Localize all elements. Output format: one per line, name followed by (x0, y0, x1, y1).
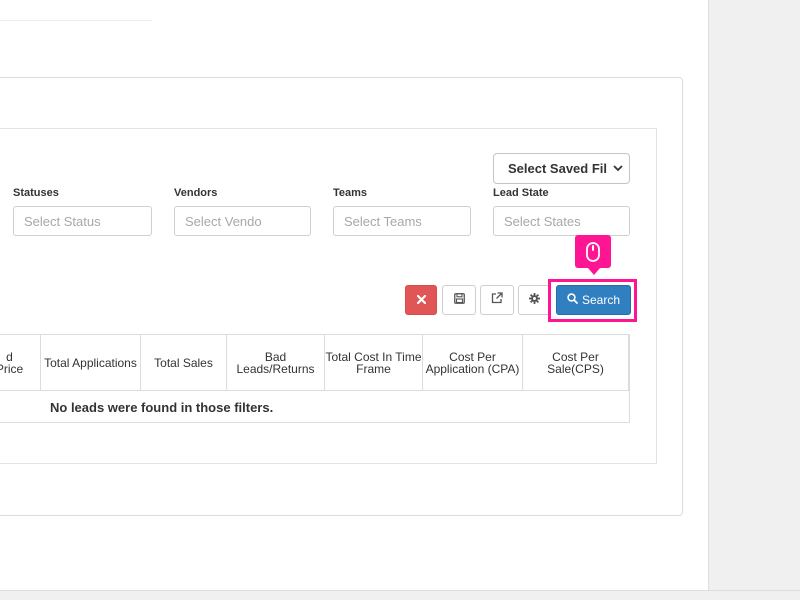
teams-label: Teams (333, 187, 368, 199)
vendor-select[interactable]: Select Vendo (174, 206, 311, 236)
column-header-cps[interactable]: Cost Per Sale(CPS) (523, 335, 629, 391)
column-header-total-applications[interactable]: Total Applications (41, 335, 141, 391)
settings-button[interactable] (518, 285, 550, 315)
close-icon (416, 291, 426, 309)
column-header-bad-leads[interactable]: Bad Leads/Returns (227, 335, 325, 391)
gear-icon (528, 291, 540, 309)
column-header-price[interactable]: d Price (0, 335, 41, 391)
top-divider (0, 20, 152, 21)
horizontal-scrollbar[interactable] (0, 590, 800, 600)
floppy-disk-icon (453, 291, 465, 309)
lead-state-label: Lead State (493, 187, 549, 199)
saved-filter-select[interactable]: Select Saved Fil (493, 153, 630, 184)
column-header-cpa[interactable]: Cost Per Application (CPA) (423, 335, 523, 391)
lead-state-select[interactable]: Select States (493, 206, 630, 236)
search-button[interactable]: Search (556, 285, 631, 315)
external-link-icon (491, 291, 503, 309)
team-select[interactable]: Select Teams (333, 206, 471, 236)
mouse-icon (575, 235, 611, 275)
search-button-label: Search (581, 293, 621, 307)
status-select[interactable]: Select Status (13, 206, 152, 236)
saved-filter-value: Select Saved Fil (508, 161, 607, 176)
vertical-scrollbar[interactable] (708, 0, 800, 590)
empty-table-message: No leads were found in those filters. (50, 399, 274, 415)
column-header-total-sales[interactable]: Total Sales (141, 335, 227, 391)
search-icon (567, 293, 578, 307)
export-button[interactable] (480, 285, 514, 315)
clear-filters-button[interactable] (405, 285, 437, 315)
vendors-label: Vendors (174, 187, 218, 199)
save-filter-button[interactable] (442, 285, 476, 315)
chevron-down-icon (611, 165, 629, 172)
statuses-label: Statuses (13, 187, 59, 199)
column-header-total-cost[interactable]: Total Cost In Time Frame (325, 335, 423, 391)
leads-table: d Price Total Applications Total Sales B… (0, 334, 630, 423)
